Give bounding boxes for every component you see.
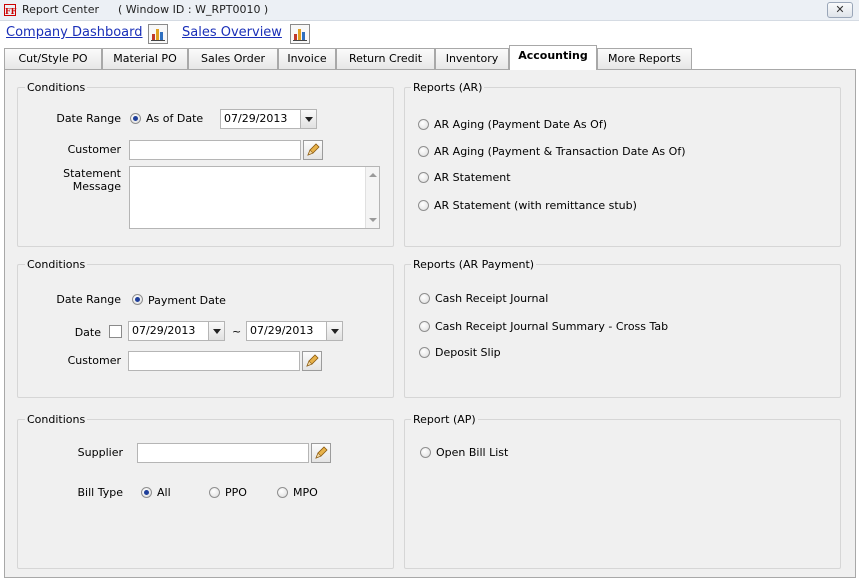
statement-scrollbar[interactable] [365, 167, 379, 228]
ap-reports-group [404, 419, 841, 569]
supplier-label: Supplier [77, 446, 123, 459]
ar-reports-title: Reports (AR) [411, 81, 485, 94]
bar-chart-icon [293, 29, 307, 41]
bill-type-all-radio[interactable] [141, 487, 152, 498]
company-dashboard-link[interactable]: Company Dashboard [6, 25, 143, 40]
tab-return-credit[interactable]: Return Credit [336, 48, 435, 70]
payment-date-from-picker[interactable]: 07/29/2013 [128, 321, 225, 341]
ar-statement-remittance-radio[interactable] [418, 200, 429, 211]
ap-reports-title: Report (AP) [411, 413, 478, 426]
sales-overview-link[interactable]: Sales Overview [182, 25, 282, 40]
ar-conditions-title: Conditions [25, 81, 88, 94]
deposit-slip-label: Deposit Slip [435, 346, 501, 359]
bill-type-ppo-radio[interactable] [209, 487, 220, 498]
window-title: Report Center [22, 3, 99, 16]
payment-date-radio[interactable] [132, 294, 143, 305]
deposit-slip-radio[interactable] [419, 347, 430, 358]
tab-more-reports[interactable]: More Reports [597, 48, 692, 70]
chevron-down-icon[interactable] [208, 322, 224, 340]
statement-message-textarea[interactable] [129, 166, 380, 229]
tab-cut-style-po[interactable]: Cut/Style PO [4, 48, 102, 70]
payment-customer-label: Customer [67, 354, 121, 367]
scroll-up-icon[interactable] [369, 173, 377, 177]
tab-invoice[interactable]: Invoice [278, 48, 336, 70]
cash-receipt-summary-radio[interactable] [419, 321, 430, 332]
ar-customer-input[interactable] [129, 140, 301, 160]
payment-customer-input[interactable] [128, 351, 300, 371]
accounting-panel: Conditions Date Range As of Date 07/29/2… [4, 69, 856, 578]
chevron-down-icon[interactable] [300, 110, 316, 128]
payment-reports-title: Reports (AR Payment) [411, 258, 537, 271]
payment-date-to-value: 07/29/2013 [250, 324, 314, 337]
payment-date-checkbox[interactable] [109, 325, 122, 338]
cash-receipt-journal-label: Cash Receipt Journal [435, 292, 549, 305]
close-button[interactable]: ✕ [827, 2, 853, 18]
ar-as-of-date-value: 07/29/2013 [224, 112, 288, 125]
ar-aging-payment-date-label: AR Aging (Payment Date As Of) [434, 118, 607, 131]
ar-aging-transaction-date-label: AR Aging (Payment & Transaction Date As … [434, 145, 686, 158]
ap-conditions-title: Conditions [25, 413, 88, 426]
as-of-date-label: As of Date [146, 112, 204, 125]
ar-statement-radio[interactable] [418, 172, 429, 183]
open-bill-list-radio[interactable] [420, 447, 431, 458]
app-logo-icon: FF [4, 4, 17, 16]
ar-aging-transaction-date-radio[interactable] [418, 146, 429, 157]
date-range-separator: ~ [232, 325, 242, 338]
bill-type-ppo-label: PPO [225, 486, 247, 499]
ar-aging-payment-date-radio[interactable] [418, 119, 429, 130]
payment-date-from-value: 07/29/2013 [132, 324, 196, 337]
ar-reports-group [404, 87, 841, 247]
tab-material-po[interactable]: Material PO [102, 48, 188, 70]
tab-inventory[interactable]: Inventory [435, 48, 509, 70]
tab-accounting[interactable]: Accounting [509, 45, 597, 70]
payment-date-range-label: Date Range [56, 293, 121, 306]
ar-date-range-label: Date Range [56, 112, 121, 125]
bill-type-all-label: All [157, 486, 171, 499]
statement-label-line2: Message [72, 180, 121, 193]
company-dashboard-chart-button[interactable] [148, 24, 168, 44]
bar-chart-icon [151, 29, 165, 41]
bill-type-mpo-label: MPO [293, 486, 318, 499]
open-bill-list-label: Open Bill List [436, 446, 509, 459]
ar-statement-remittance-label: AR Statement (with remittance stub) [434, 199, 637, 212]
scroll-down-icon[interactable] [369, 218, 377, 222]
supplier-input[interactable] [137, 443, 309, 463]
payment-date-label: Payment Date [148, 294, 226, 307]
close-icon: ✕ [835, 3, 845, 16]
cash-receipt-journal-radio[interactable] [419, 293, 430, 304]
cash-receipt-summary-label: Cash Receipt Journal Summary - Cross Tab [435, 320, 669, 333]
payment-date-to-picker[interactable]: 07/29/2013 [246, 321, 343, 341]
sales-overview-chart-button[interactable] [290, 24, 310, 44]
supplier-lookup-button[interactable] [311, 443, 331, 463]
statement-label-line1: Statement [63, 167, 121, 180]
ar-customer-lookup-button[interactable] [303, 140, 323, 160]
title-bar: FF Report Center ( Window ID : W_RPT0010… [0, 0, 859, 21]
tab-sales-order[interactable]: Sales Order [188, 48, 278, 70]
pencil-lookup-icon [306, 354, 319, 367]
pencil-lookup-icon [307, 143, 320, 156]
bill-type-mpo-radio[interactable] [277, 487, 288, 498]
ar-statement-label: AR Statement [434, 171, 511, 184]
bill-type-label: Bill Type [77, 486, 123, 499]
ar-customer-label: Customer [67, 143, 121, 156]
as-of-date-radio[interactable] [130, 113, 141, 124]
payment-customer-lookup-button[interactable] [302, 351, 322, 371]
chevron-down-icon[interactable] [326, 322, 342, 340]
payment-date-field-label: Date [74, 326, 101, 339]
window-id: ( Window ID : W_RPT0010 ) [118, 3, 269, 16]
ar-as-of-date-picker[interactable]: 07/29/2013 [220, 109, 317, 129]
pencil-lookup-icon [315, 446, 328, 459]
payment-conditions-title: Conditions [25, 258, 88, 271]
